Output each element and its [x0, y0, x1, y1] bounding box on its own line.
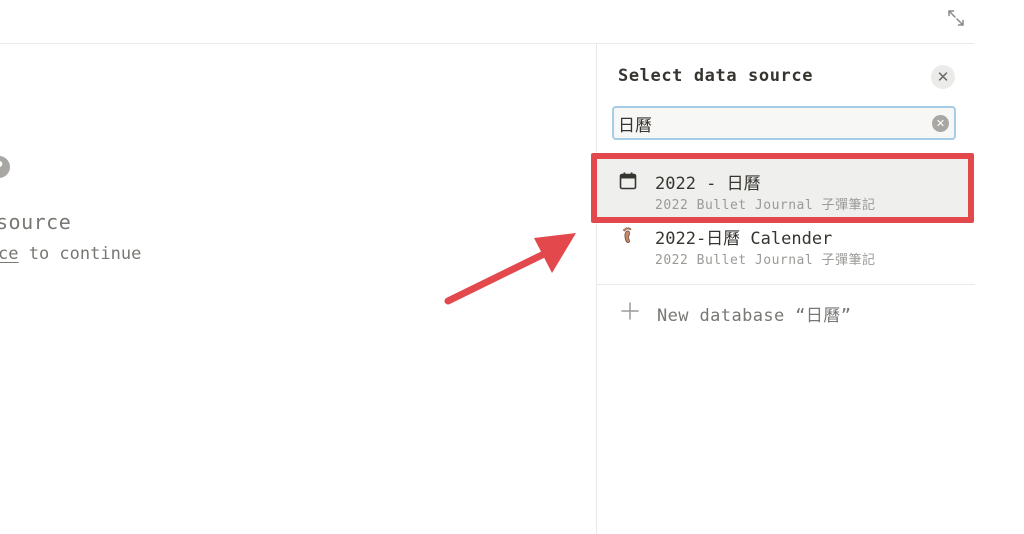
empty-state-title: source [0, 210, 72, 234]
select-source-link[interactable]: ce [0, 244, 18, 264]
plus-icon [621, 302, 639, 320]
empty-state-hint: ce to continue [0, 244, 141, 264]
arrow-annotation [444, 233, 576, 305]
top-bar [0, 0, 974, 44]
footprints-icon [623, 227, 632, 243]
search-box: ✕ [612, 106, 956, 140]
result-title: 2022 - 日曆 [655, 174, 761, 194]
expand-icon[interactable] [946, 8, 966, 28]
data-source-panel: Select data source ✕ ✕ 2022 - 日曆 2022 Bu… [591, 44, 975, 534]
new-database-label: New database “日曆” [657, 306, 852, 326]
result-title: 2022-日曆 Calender [655, 229, 833, 249]
result-item-2022-calender[interactable]: 2022-日曆 Calender 2022 Bullet Journal 子彈筆… [597, 212, 975, 268]
help-icon: ? [0, 156, 10, 178]
panel-title: Select data source [618, 66, 814, 86]
search-input[interactable] [618, 111, 918, 135]
close-button[interactable]: ✕ [931, 65, 955, 89]
result-subtitle: 2022 Bullet Journal 子彈筆記 [655, 198, 876, 213]
result-item-2022-calendar[interactable]: 2022 - 日曆 2022 Bullet Journal 子彈筆記 [591, 153, 975, 223]
empty-state-hint-text: to continue [18, 244, 142, 264]
clear-search-icon[interactable]: ✕ [932, 115, 949, 132]
new-database-button[interactable]: New database “日曆” [597, 294, 975, 330]
calendar-icon [619, 172, 637, 190]
divider [597, 284, 975, 285]
result-subtitle: 2022 Bullet Journal 子彈筆記 [655, 253, 876, 268]
